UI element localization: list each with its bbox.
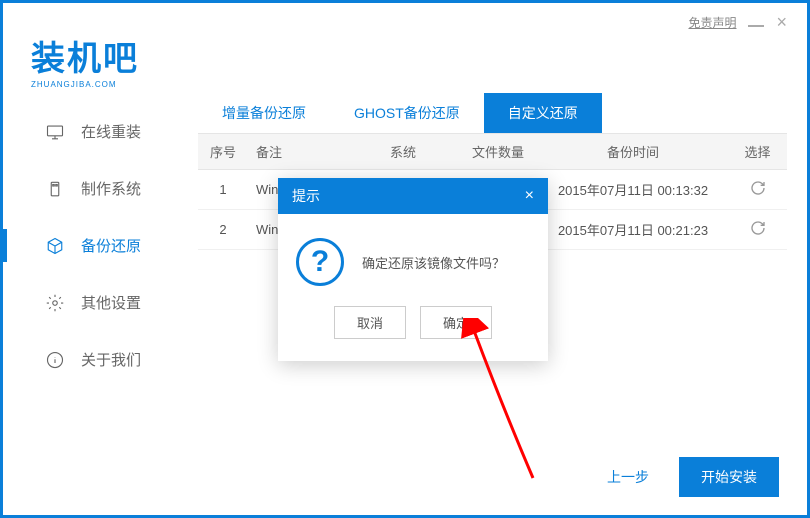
dialog-close-button[interactable]: × xyxy=(525,187,534,205)
tab-ghost[interactable]: GHOST备份还原 xyxy=(330,93,484,133)
sidebar-item-label: 备份还原 xyxy=(81,235,141,256)
close-button[interactable]: × xyxy=(776,13,787,31)
dialog-header: 提示 × xyxy=(278,178,548,214)
confirm-dialog: 提示 × ? 确定还原该镜像文件吗？ 取消 确定 xyxy=(278,178,548,361)
header-sel: 选择 xyxy=(728,142,787,161)
sidebar-item-backup-restore[interactable]: 备份还原 xyxy=(3,217,183,274)
header-time: 备份时间 xyxy=(538,142,728,161)
confirm-button[interactable]: 确定 xyxy=(420,306,492,339)
titlebar: 免责声明 × xyxy=(3,3,807,31)
tabs: 增量备份还原 GHOST备份还原 自定义还原 xyxy=(198,93,787,134)
dialog-footer: 取消 确定 xyxy=(278,306,548,361)
sidebar-item-label: 其他设置 xyxy=(81,292,141,313)
dialog-body: ? 确定还原该镜像文件吗？ xyxy=(278,214,548,306)
app-window: 免责声明 × 装机吧 ZHUANGJIBA.COM 在线重装 制作系统 备份还原 xyxy=(0,0,810,518)
start-install-button[interactable]: 开始安装 xyxy=(679,457,779,497)
logo-text: 装机吧 xyxy=(31,31,139,80)
minimize-button[interactable] xyxy=(748,25,764,27)
header-sys: 系统 xyxy=(348,142,458,161)
dialog-title: 提示 xyxy=(292,186,320,206)
sidebar-item-about[interactable]: 关于我们 xyxy=(3,331,183,388)
disclaimer-link[interactable]: 免责声明 xyxy=(688,14,736,31)
logo: 装机吧 ZHUANGJIBA.COM xyxy=(31,31,139,89)
cube-icon xyxy=(45,236,65,256)
prev-button[interactable]: 上一步 xyxy=(595,459,661,495)
sidebar-item-make-system[interactable]: 制作系统 xyxy=(3,160,183,217)
cell-time: 2015年07月11日 00:21:23 xyxy=(538,220,728,239)
info-icon xyxy=(45,350,65,370)
header-note: 备注 xyxy=(248,142,348,161)
sidebar-item-label: 关于我们 xyxy=(81,349,141,370)
sidebar-item-other-settings[interactable]: 其他设置 xyxy=(3,274,183,331)
sidebar-item-label: 制作系统 xyxy=(81,178,141,199)
table-header: 序号 备注 系统 文件数量 备份时间 选择 xyxy=(198,134,787,170)
cancel-button[interactable]: 取消 xyxy=(334,306,406,339)
sidebar-item-label: 在线重装 xyxy=(81,121,141,142)
cell-sel[interactable] xyxy=(728,180,787,199)
cell-sel[interactable] xyxy=(728,220,787,239)
refresh-icon xyxy=(750,220,766,236)
tab-incremental[interactable]: 增量备份还原 xyxy=(198,93,330,133)
refresh-icon xyxy=(750,180,766,196)
footer: 上一步 开始安装 xyxy=(595,457,779,497)
header-seq: 序号 xyxy=(198,142,248,161)
question-icon: ? xyxy=(296,238,344,286)
usb-icon xyxy=(45,179,65,199)
cell-seq: 2 xyxy=(198,222,248,237)
dialog-message: 确定还原该镜像文件吗？ xyxy=(362,253,505,272)
monitor-icon xyxy=(45,122,65,142)
sidebar-item-reinstall[interactable]: 在线重装 xyxy=(3,103,183,160)
logo-subtext: ZHUANGJIBA.COM xyxy=(31,80,139,89)
tab-custom[interactable]: 自定义还原 xyxy=(484,93,602,133)
gear-icon xyxy=(45,293,65,313)
sidebar: 在线重装 制作系统 备份还原 其他设置 关于我们 xyxy=(3,103,183,388)
header-count: 文件数量 xyxy=(458,142,538,161)
cell-seq: 1 xyxy=(198,182,248,197)
cell-time: 2015年07月11日 00:13:32 xyxy=(538,180,728,199)
